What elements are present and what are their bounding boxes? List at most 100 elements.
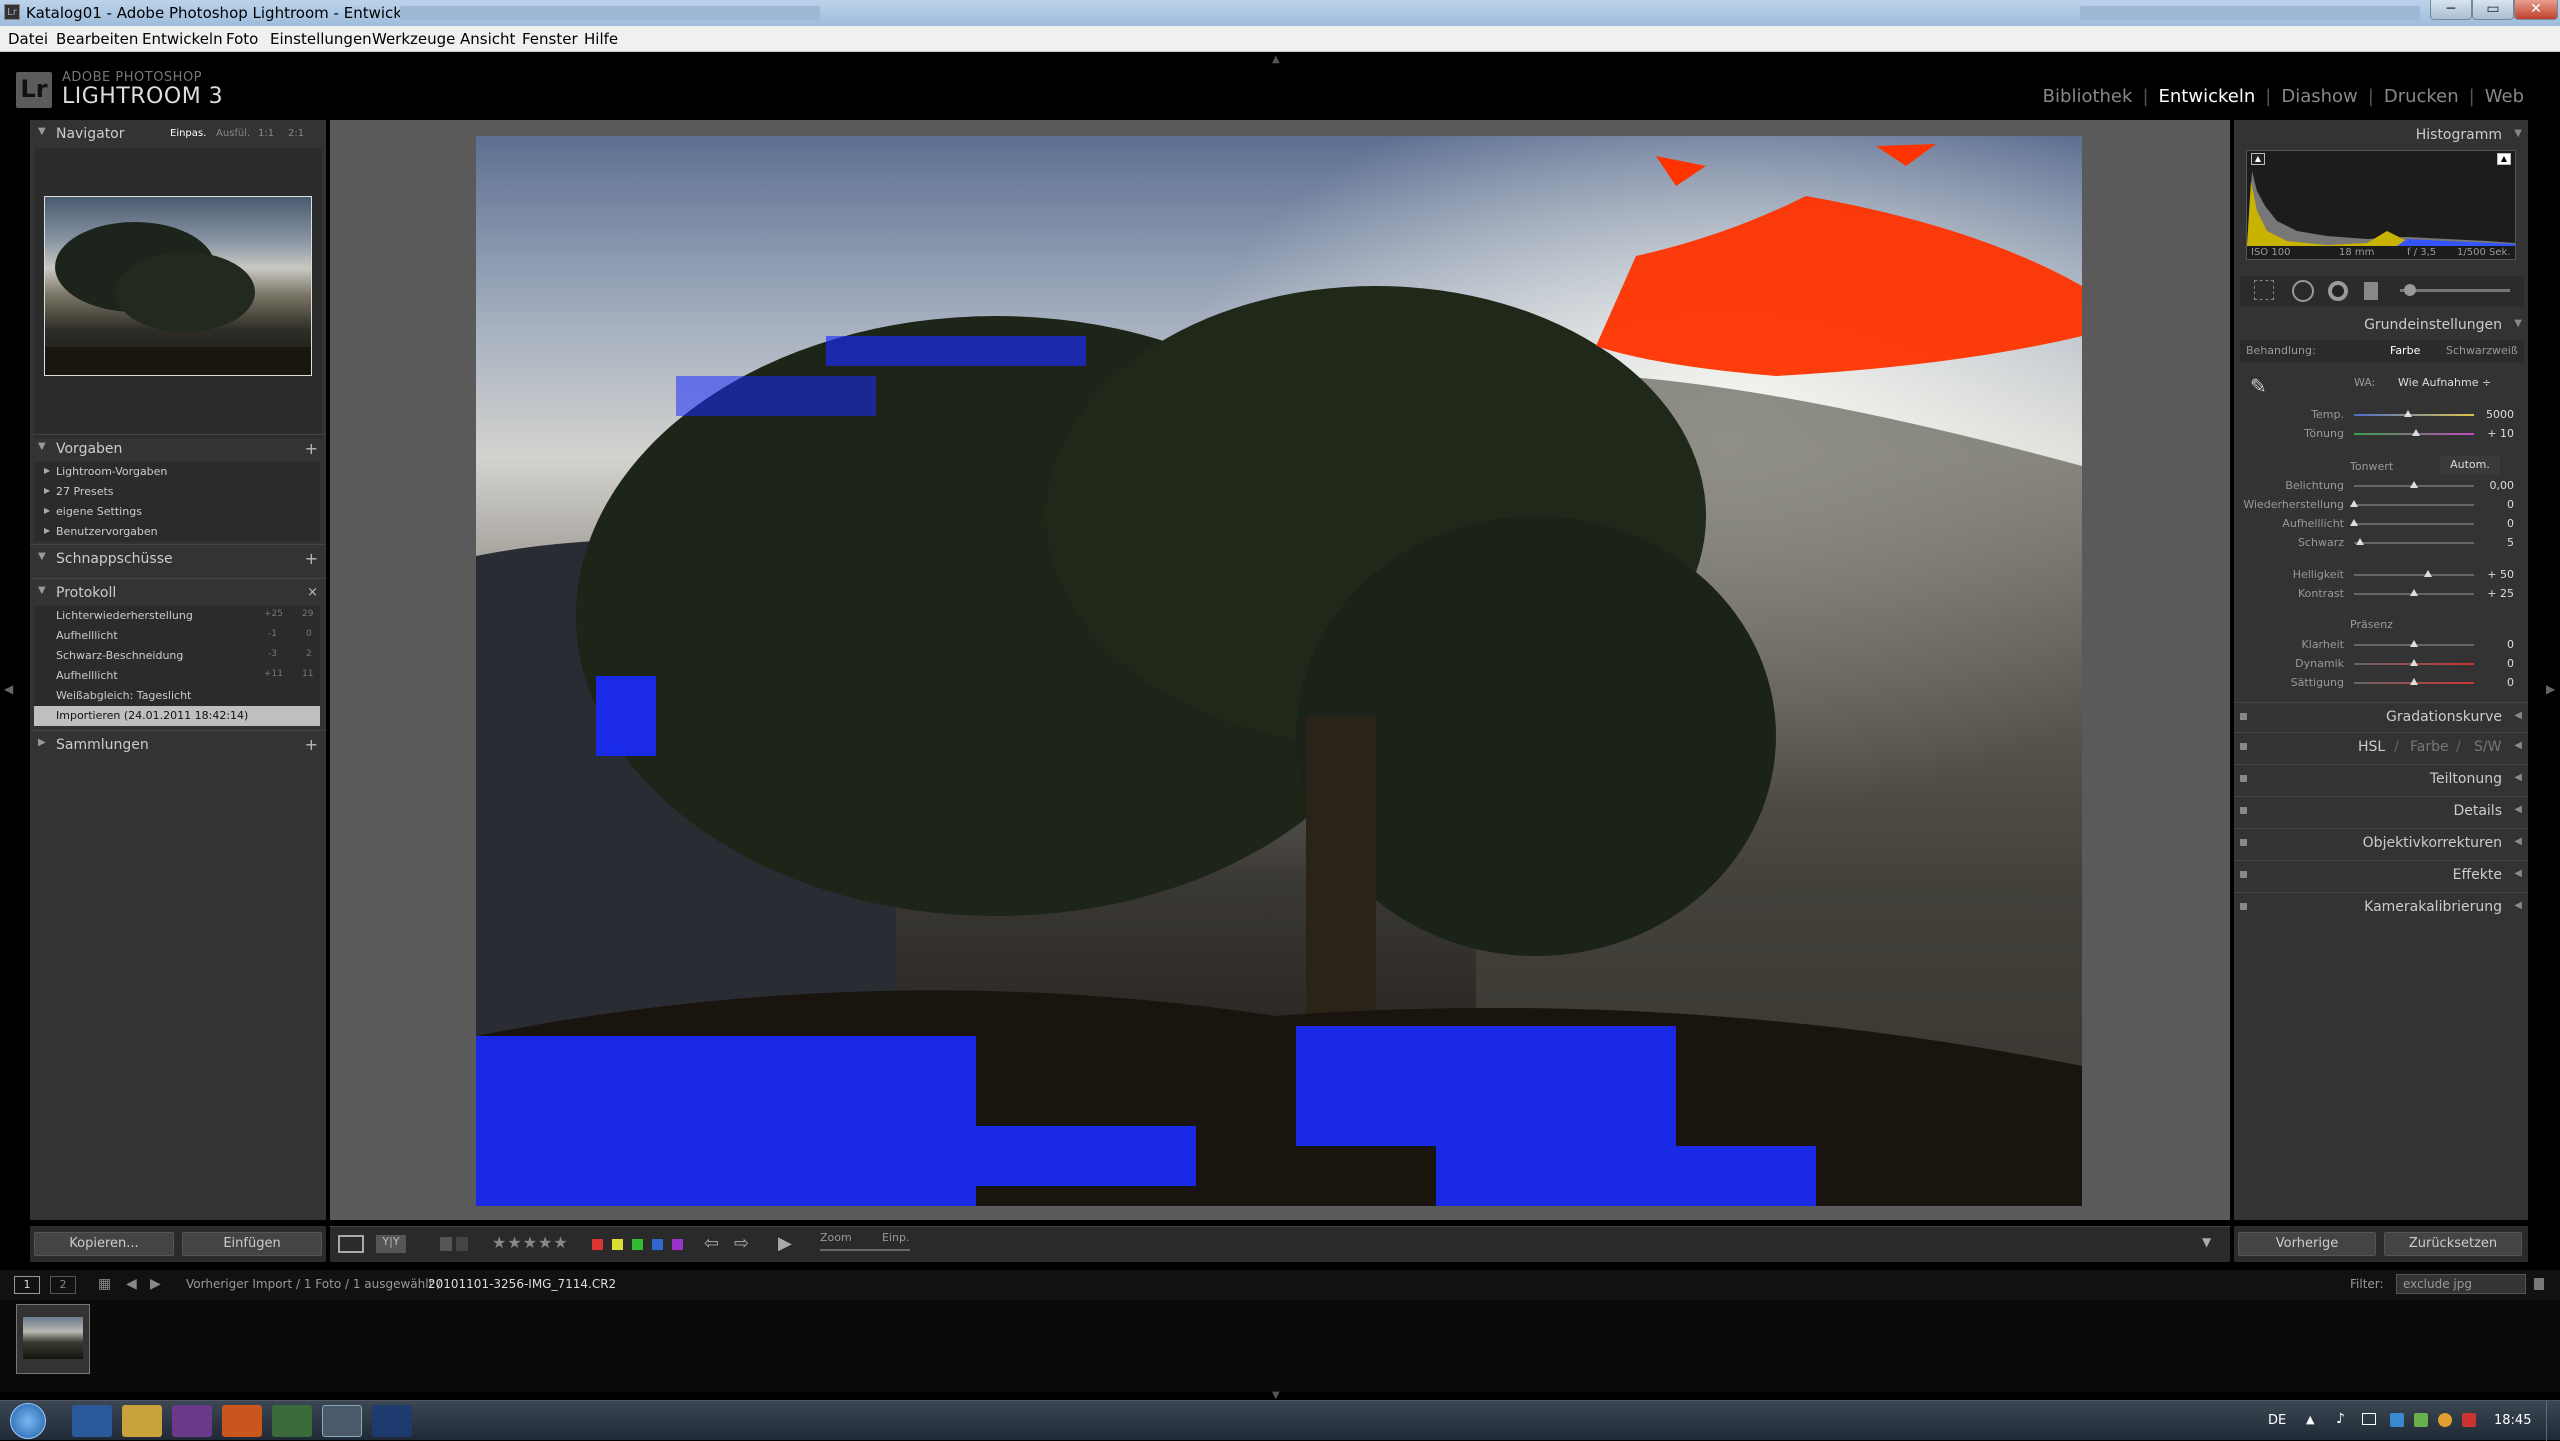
network-icon[interactable] [2362, 1413, 2376, 1425]
zoom-fill[interactable]: Ausfül. [216, 128, 250, 139]
menu-bearbeiten[interactable]: Bearbeiten [56, 30, 138, 48]
color-label-blue[interactable] [652, 1239, 663, 1250]
explorer-icon[interactable] [122, 1405, 162, 1437]
slider-knob[interactable] [2410, 589, 2418, 596]
language-indicator[interactable]: DE [2268, 1413, 2286, 1428]
maximize-button[interactable]: ▭ [2472, 0, 2514, 20]
star-rating[interactable]: ★★★★★ [492, 1233, 569, 1252]
show-desktop-button[interactable] [2546, 1401, 2560, 1441]
close-button[interactable]: ✕ [2514, 0, 2558, 20]
histogram[interactable]: ▲ ▲ ISO 100 18 mm f / 3,5 1/500 Sek. [2246, 150, 2516, 260]
play-slideshow-icon[interactable]: ▶ [778, 1233, 792, 1254]
module-diashow[interactable]: Diashow [2281, 86, 2357, 107]
shadow-clip-indicator[interactable]: ▲ [2251, 153, 2265, 165]
preset-folder[interactable]: ▶ Lightroom-Vorgaben [34, 462, 320, 482]
panel-switch-icon[interactable] [2240, 903, 2247, 910]
panel-details[interactable]: Details ◀ [2234, 796, 2528, 824]
tray-app-icon-3[interactable] [2438, 1413, 2452, 1427]
module-bibliothek[interactable]: Bibliothek [2043, 86, 2133, 107]
menu-hilfe[interactable]: Hilfe [584, 30, 618, 48]
start-button[interactable] [10, 1403, 46, 1439]
graduated-filter-icon[interactable] [2364, 282, 2378, 300]
bw-tab[interactable]: S/W [2474, 739, 2501, 755]
spot-removal-icon[interactable] [2292, 280, 2314, 302]
zoom-2-1[interactable]: 2:1 [288, 128, 304, 139]
vibrance-value[interactable]: 0 [2476, 657, 2514, 670]
navigator-preview[interactable] [44, 196, 312, 376]
add-preset-icon[interactable]: + [305, 439, 318, 458]
presets-header[interactable]: ▼ Vorgaben + [30, 434, 326, 464]
black-value[interactable]: 5 [2476, 536, 2514, 549]
slider-knob[interactable] [2350, 500, 2358, 507]
loupe-view-icon[interactable] [338, 1235, 364, 1253]
crop-tool-icon[interactable] [2254, 280, 2274, 300]
temp-value[interactable]: 5000 [2476, 408, 2514, 421]
module-entwickeln[interactable]: Entwickeln [2159, 86, 2256, 107]
menu-fenster[interactable]: Fenster [522, 30, 578, 48]
slider-knob[interactable] [2350, 519, 2358, 526]
panel-switch-icon[interactable] [2240, 871, 2247, 878]
firefox-icon[interactable] [222, 1405, 262, 1437]
fill-value[interactable]: 0 [2476, 517, 2514, 530]
navigator-header[interactable]: ▼ Navigator Einpas. Ausfül. 1:1 2:1 [30, 120, 326, 150]
color-tab[interactable]: Farbe [2410, 739, 2449, 755]
menu-werkzeuge[interactable]: Werkzeuge [372, 30, 455, 48]
histogram-header[interactable]: Histogramm ▼ [2234, 120, 2528, 150]
wb-select[interactable]: Wie Aufnahme ÷ [2398, 376, 2491, 389]
filmstrip-thumbnail[interactable] [16, 1304, 90, 1374]
preset-folder[interactable]: ▶ eigene Settings [34, 502, 320, 522]
history-header[interactable]: ▼ Protokoll × [30, 578, 326, 608]
add-collection-icon[interactable]: + [305, 735, 318, 754]
saturation-value[interactable]: 0 [2476, 676, 2514, 689]
right-panel-toggle-icon[interactable]: ▶ [2546, 682, 2555, 696]
menu-entwickeln[interactable]: Entwickeln [142, 30, 223, 48]
history-item-selected[interactable]: Importieren (24.01.2011 18:42:14) [34, 706, 320, 726]
contrast-value[interactable]: + 25 [2476, 587, 2514, 600]
zoom-1-1[interactable]: 1:1 [258, 128, 274, 139]
panel-switch-icon[interactable] [2240, 775, 2247, 782]
reject-flag-icon[interactable] [456, 1237, 468, 1251]
slider-knob[interactable] [2356, 538, 2364, 545]
filter-select[interactable]: exclude jpg [2396, 1274, 2526, 1294]
left-panel-toggle-icon[interactable]: ◀ [4, 682, 13, 696]
slider-knob[interactable] [2404, 410, 2412, 417]
photoshop-taskbar-icon[interactable] [372, 1405, 412, 1437]
filmstrip-source[interactable]: Vorheriger Import / 1 Foto / 1 ausgewähl… [186, 1277, 441, 1291]
snapshots-header[interactable]: ▼ Schnappschüsse + [30, 544, 326, 574]
filter-lock-icon[interactable] [2534, 1278, 2544, 1290]
clarity-value[interactable]: 0 [2476, 638, 2514, 651]
slider-knob[interactable] [2424, 570, 2433, 577]
panel-effects[interactable]: Effekte ◀ [2234, 860, 2528, 888]
adjustment-brush-icon[interactable] [2404, 284, 2416, 296]
main-photo[interactable] [476, 136, 2082, 1206]
forward-arrow-icon[interactable]: ▶ [150, 1276, 161, 1292]
exposure-value[interactable]: 0,00 [2476, 479, 2515, 492]
recovery-slider[interactable] [2354, 504, 2474, 506]
adjustment-brush-slider[interactable] [2400, 289, 2510, 292]
slider-knob[interactable] [2410, 678, 2418, 685]
clock[interactable]: 18:45 [2494, 1413, 2531, 1428]
color-label-green[interactable] [632, 1239, 643, 1250]
zoom-fit[interactable]: Einpas. [170, 128, 206, 139]
tray-app-icon[interactable] [2390, 1413, 2404, 1427]
color-label-purple[interactable] [672, 1239, 683, 1250]
preset-folder[interactable]: ▶ 27 Presets [34, 482, 320, 502]
tray-app-icon-2[interactable] [2414, 1413, 2428, 1427]
previous-button[interactable]: Vorherige [2238, 1232, 2376, 1256]
panel-switch-icon[interactable] [2240, 713, 2247, 720]
history-item[interactable]: Weißabgleich: Tageslicht [34, 686, 320, 706]
media-player-icon[interactable] [172, 1405, 212, 1437]
menu-ansicht[interactable]: Ansicht [460, 30, 515, 48]
color-label-red[interactable] [592, 1239, 603, 1250]
panel-lens-corrections[interactable]: Objektivkorrekturen ◀ [2234, 828, 2528, 856]
tray-expand-icon[interactable]: ▲ [2306, 1413, 2314, 1426]
recovery-value[interactable]: 0 [2476, 498, 2514, 511]
zoom-slider[interactable] [820, 1249, 910, 1251]
auto-tone-button[interactable]: Autom. [2440, 456, 2500, 474]
redeye-icon[interactable] [2328, 281, 2348, 301]
collections-header[interactable]: ▶ Sammlungen + [30, 730, 326, 760]
panel-tone-curve[interactable]: Gradationskurve ◀ [2234, 702, 2528, 730]
highlight-clip-indicator[interactable]: ▲ [2497, 153, 2511, 165]
panel-switch-icon[interactable] [2240, 743, 2247, 750]
menu-datei[interactable]: Datei [8, 30, 48, 48]
